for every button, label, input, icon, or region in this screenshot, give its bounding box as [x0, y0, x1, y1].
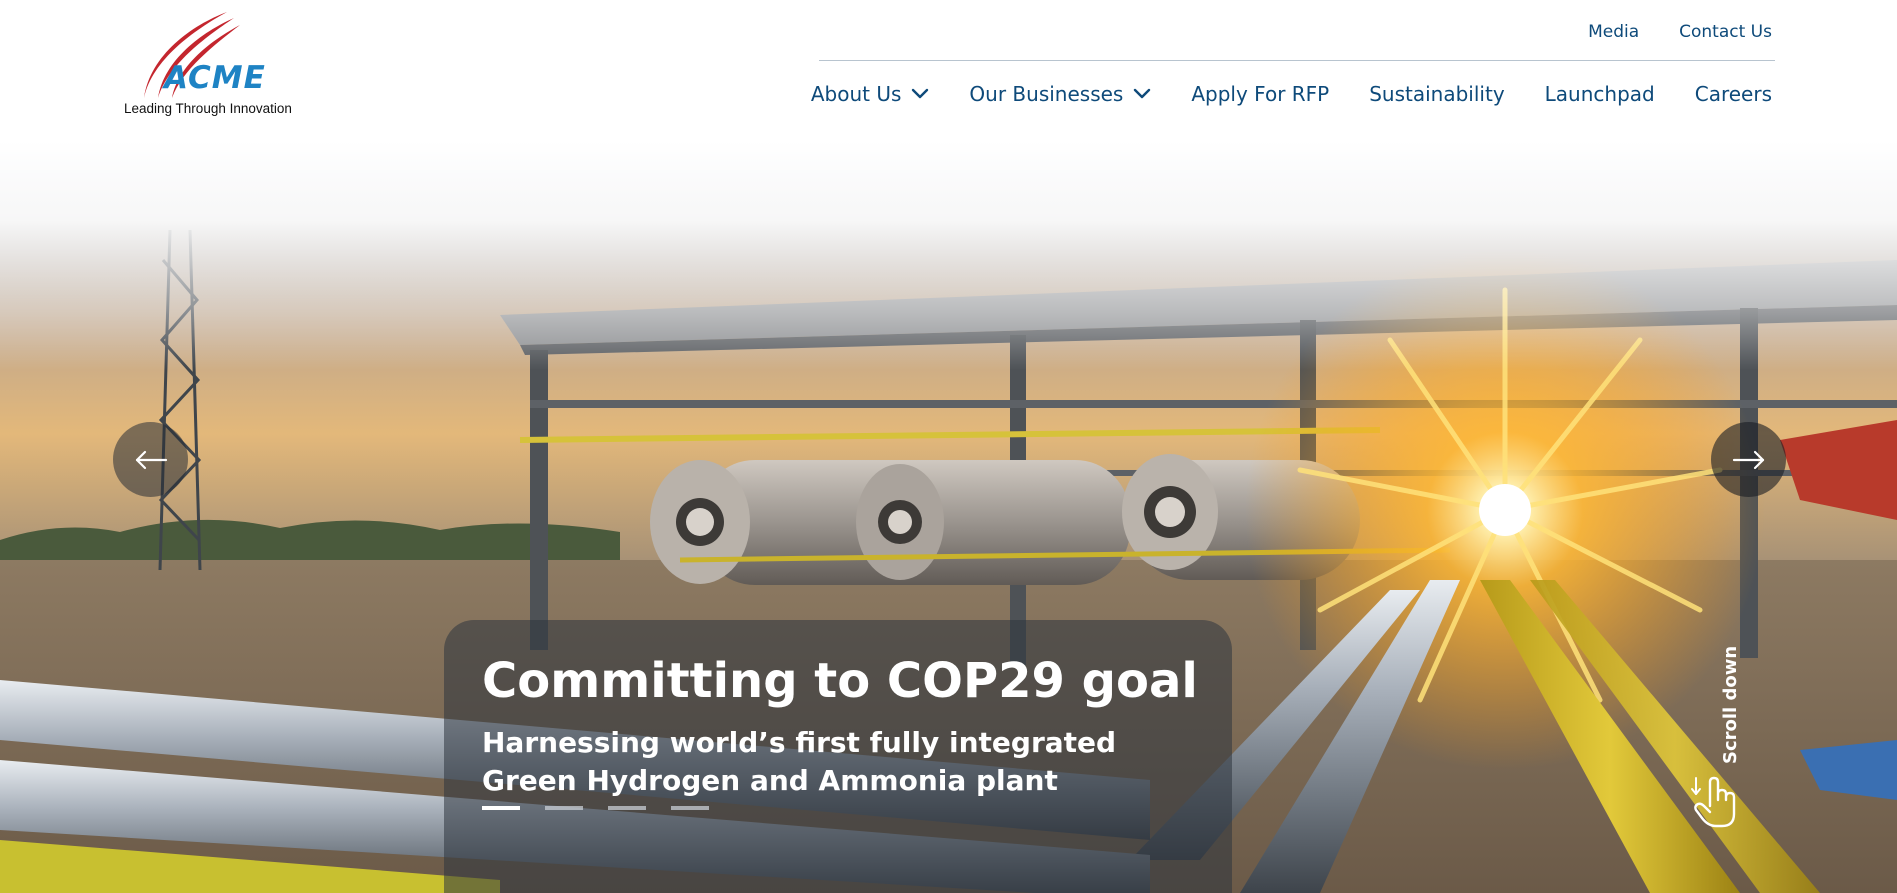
scroll-down-label: Scroll down: [1720, 645, 1741, 764]
chevron-down-icon: [1134, 88, 1151, 99]
hero-top-fade: [0, 140, 1897, 370]
media-link[interactable]: Media: [1588, 22, 1639, 42]
nav-item-launchpad[interactable]: Launchpad: [1545, 82, 1655, 106]
slide-indicator-1[interactable]: [482, 806, 520, 810]
hero-subtitle: Harnessing world’s first fully integrate…: [482, 726, 1117, 797]
nav-item-our-businesses[interactable]: Our Businesses: [969, 82, 1151, 106]
hero-title: Committing to COP29 goal: [482, 653, 1198, 709]
slide-indicator-4[interactable]: [671, 806, 709, 810]
slide-indicator-3[interactable]: [608, 806, 646, 810]
site-header: ACME Leading Through Innovation Media Co…: [0, 0, 1897, 140]
previous-slide-button[interactable]: [113, 422, 188, 497]
nav-item-label: Sustainability: [1369, 82, 1505, 106]
logo[interactable]: ACME Leading Through Innovation: [122, 10, 297, 122]
hand-pointer-icon: [1691, 776, 1736, 828]
utility-nav: Media Contact Us: [1588, 22, 1772, 42]
nav-item-label: Careers: [1694, 82, 1772, 106]
slide-indicators: [482, 806, 709, 810]
nav-item-label: Launchpad: [1544, 82, 1655, 106]
chevron-down-icon: [912, 88, 929, 99]
nav-item-careers[interactable]: Careers: [1695, 82, 1772, 106]
main-nav: About Us Our Businesses Apply For RFP Su…: [811, 82, 1772, 106]
next-slide-button[interactable]: [1711, 422, 1786, 497]
nav-item-label: Our Businesses: [969, 82, 1124, 106]
contact-us-link[interactable]: Contact Us: [1679, 22, 1772, 42]
hero-slider: Committing to COP29 goal Harnessing worl…: [0, 140, 1897, 893]
page: ACME Leading Through Innovation Media Co…: [0, 0, 1897, 893]
logo-tagline: Leading Through Innovation: [124, 101, 292, 116]
nav-item-apply-for-rfp[interactable]: Apply For RFP: [1191, 82, 1329, 106]
nav-item-sustainability[interactable]: Sustainability: [1369, 82, 1504, 106]
hero-caption: Committing to COP29 goal Harnessing worl…: [444, 620, 1232, 893]
nav-item-label: About Us: [810, 82, 902, 106]
nav-item-about-us[interactable]: About Us: [811, 82, 930, 106]
header-divider: [819, 60, 1775, 61]
slide-indicator-2[interactable]: [545, 806, 583, 810]
nav-item-label: Apply For RFP: [1191, 82, 1330, 106]
logo-wordmark: ACME: [164, 60, 266, 96]
arrow-right-icon: [1732, 450, 1764, 469]
arrow-left-icon: [135, 450, 167, 469]
scroll-down-button[interactable]: Scroll down: [1690, 646, 1750, 840]
